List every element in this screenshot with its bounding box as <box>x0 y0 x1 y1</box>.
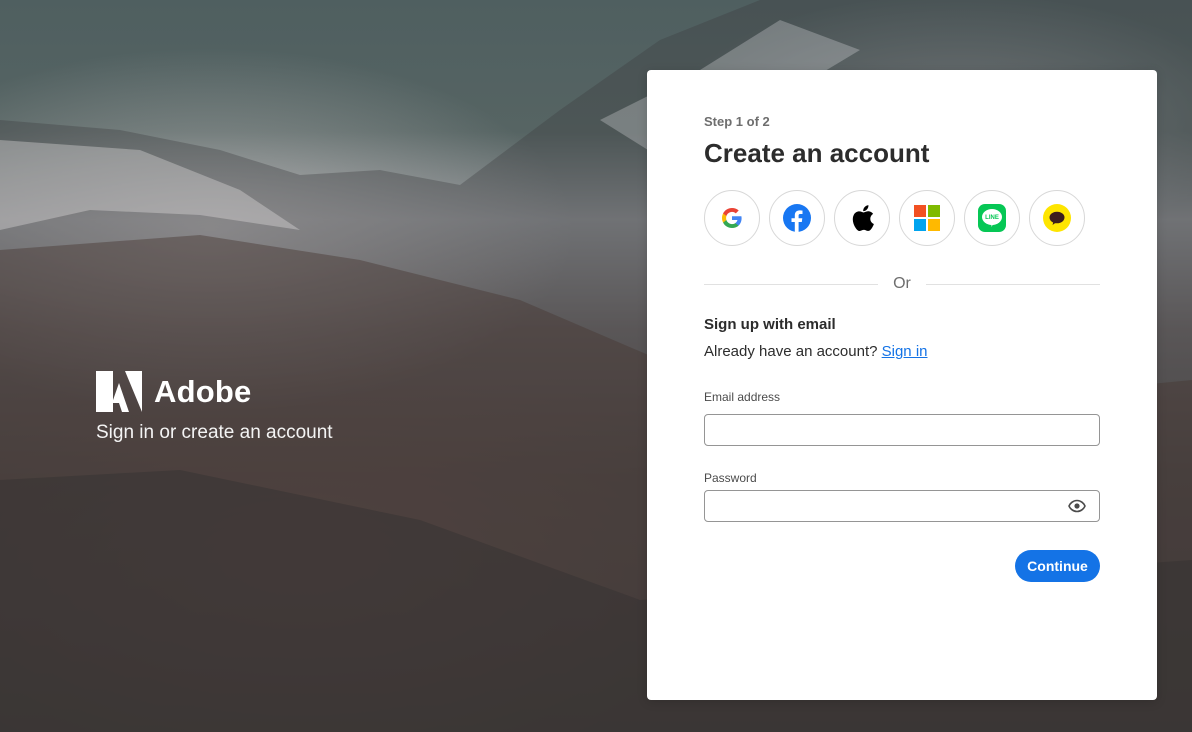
brand-name: Adobe <box>154 373 252 409</box>
social-signin-row: LINE <box>704 190 1085 246</box>
kakaotalk-signin-button[interactable] <box>1029 190 1085 246</box>
sign-in-link[interactable]: Sign in <box>882 343 928 360</box>
password-label: Password <box>704 471 757 485</box>
already-account-label: Already have an account? <box>704 343 878 360</box>
brand-tagline: Sign in or create an account <box>96 422 333 443</box>
apple-icon <box>852 205 874 231</box>
divider-line-right <box>926 284 1100 285</box>
microsoft-signin-button[interactable] <box>899 190 955 246</box>
google-icon <box>722 208 742 228</box>
signup-card: Step 1 of 2 Create an account LINE Or Si… <box>647 70 1157 700</box>
signup-email-heading: Sign up with email <box>704 316 836 333</box>
email-field[interactable] <box>704 414 1100 446</box>
facebook-signin-button[interactable] <box>769 190 825 246</box>
svg-text:LINE: LINE <box>985 215 999 221</box>
continue-button[interactable]: Continue <box>1015 550 1100 582</box>
password-field[interactable] <box>704 490 1100 522</box>
already-account-text: Already have an account? Sign in <box>704 343 928 360</box>
line-signin-button[interactable]: LINE <box>964 190 1020 246</box>
adobe-logo-icon <box>96 371 142 412</box>
email-label: Email address <box>704 390 781 404</box>
page-title: Create an account <box>704 138 930 168</box>
or-divider: Or <box>704 275 1100 293</box>
facebook-icon <box>783 204 811 232</box>
show-password-icon[interactable] <box>1068 499 1086 513</box>
apple-signin-button[interactable] <box>834 190 890 246</box>
microsoft-icon <box>914 205 940 231</box>
google-signin-button[interactable] <box>704 190 760 246</box>
step-indicator: Step 1 of 2 <box>704 114 770 129</box>
kakaotalk-icon <box>1043 204 1071 232</box>
brand-panel: Adobe Sign in or create an account <box>96 371 333 444</box>
line-icon: LINE <box>978 204 1006 232</box>
